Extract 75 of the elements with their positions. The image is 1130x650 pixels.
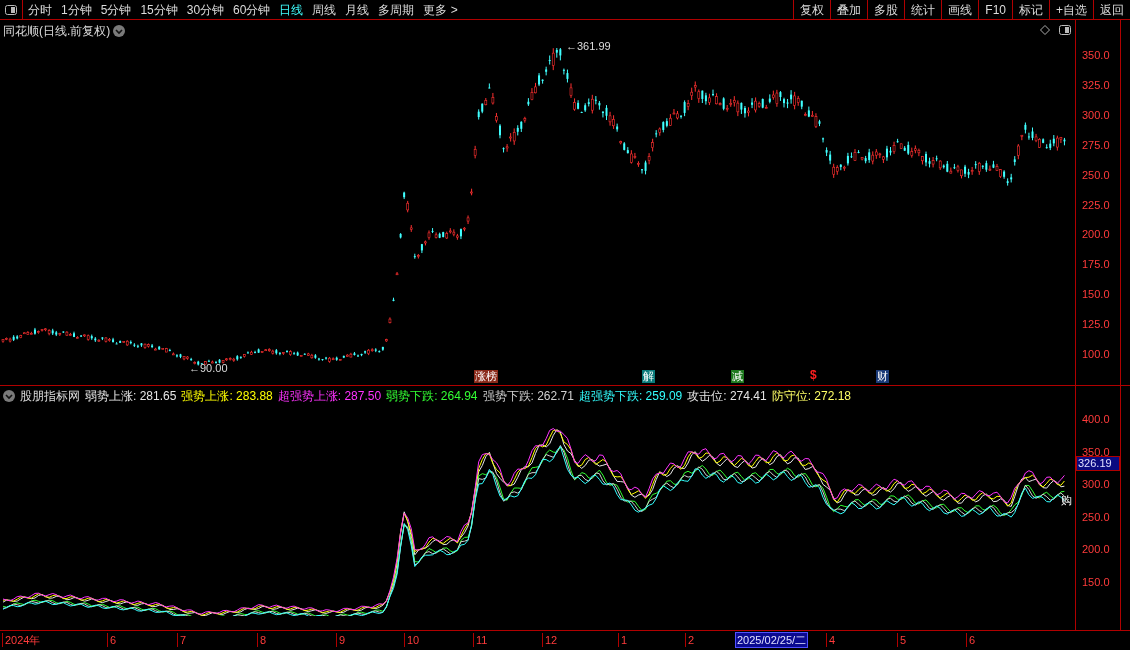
current-value-label: 326.19 — [1076, 456, 1120, 471]
chart-title: 同花顺(日线.前复权) — [3, 23, 111, 40]
indicator-readout: 防守位: 272.18 — [771, 388, 851, 405]
date-axis-label: 8 — [257, 633, 267, 647]
period-tab[interactable]: 60分钟 — [233, 0, 271, 19]
indicator-title: 股朋指标网 — [20, 388, 80, 405]
date-axis-label: 9 — [336, 633, 346, 647]
price-axis-label: 300.0 — [1082, 108, 1110, 121]
indicator-axis-label: 150.0 — [1082, 576, 1110, 588]
price-axis-label: 275.0 — [1082, 138, 1110, 151]
indicator-readout: 强势上涨: 283.88 — [181, 388, 273, 405]
date-axis-label: 7 — [177, 633, 187, 647]
event-marker[interactable]: $ — [810, 369, 817, 382]
indicator-readout: 攻击位: 274.41 — [687, 388, 767, 405]
chevron-down-icon[interactable] — [113, 25, 126, 37]
indicator-axis-label: 300.0 — [1082, 478, 1110, 491]
indicator-readout: 强势下跌: 262.71 — [482, 388, 574, 405]
event-tag[interactable]: 解 — [642, 370, 655, 383]
toolbar-button[interactable]: 返回 — [1093, 0, 1130, 19]
toolbar-button[interactable]: 复权 — [793, 0, 831, 19]
indicator-axis-label: 200.0 — [1082, 543, 1110, 556]
period-tab[interactable]: 月线 — [345, 0, 370, 19]
date-axis-label: 11 — [473, 633, 488, 647]
price-axis-label: 225.0 — [1082, 198, 1110, 211]
indicator-readout: 弱势上涨: 281.65 — [85, 388, 177, 405]
price-axis-label: 250.0 — [1082, 168, 1110, 181]
toolbar-button[interactable]: 多股 — [867, 0, 905, 19]
toolbar-button[interactable]: 统计 — [904, 0, 942, 19]
date-axis-label: 2 — [685, 633, 695, 647]
period-tab[interactable]: 1分钟 — [61, 0, 92, 19]
indicator-readout: 弱势下跌: 264.94 — [386, 388, 478, 405]
price-axis-label: 100.0 — [1082, 348, 1110, 360]
date-axis-label: 6 — [966, 633, 976, 647]
date-axis-label: 1 — [618, 633, 628, 647]
indicator-axis-label: 350.0 — [1082, 445, 1110, 458]
price-axis-label: 175.0 — [1082, 258, 1110, 271]
diamond-icon[interactable] — [1040, 25, 1050, 35]
panel-icon — [5, 4, 17, 15]
period-tab[interactable]: 日线 — [279, 0, 304, 19]
date-axis-label: 2025/02/25/二 — [735, 632, 809, 648]
period-tab[interactable]: 30分钟 — [186, 0, 225, 19]
price-axis-label: 325.0 — [1082, 78, 1110, 91]
price-axis-label: 125.0 — [1082, 318, 1110, 331]
date-axis-label: 5 — [897, 633, 907, 647]
event-tag[interactable]: 财 — [876, 370, 889, 383]
toolbar-button[interactable]: +自选 — [1049, 0, 1093, 19]
period-tab[interactable]: 多周期 — [378, 0, 415, 19]
low-price-label: ←90.00 — [189, 361, 228, 376]
toolbar-button[interactable]: 画线 — [941, 0, 979, 19]
date-axis-label: 10 — [404, 633, 420, 647]
signal-label: 购 — [1061, 493, 1072, 508]
price-axis-label: 200.0 — [1082, 228, 1110, 241]
period-tab[interactable]: 周线 — [312, 0, 337, 19]
period-tab[interactable]: 15分钟 — [140, 0, 178, 19]
toolbar-button[interactable]: F10 — [978, 0, 1012, 19]
indicator-readout: 超强势下跌: 259.09 — [578, 388, 683, 405]
event-tag[interactable]: 涨榜 — [474, 370, 498, 383]
date-axis-label: 6 — [107, 633, 117, 647]
toolbar-button[interactable]: 叠加 — [830, 0, 868, 19]
chevron-down-icon[interactable] — [3, 390, 15, 402]
price-axis-label: 350.0 — [1082, 49, 1110, 61]
price-axis-label: 150.0 — [1082, 288, 1110, 301]
toolbar-button[interactable]: 标记 — [1012, 0, 1049, 19]
high-price-label: ←361.99 — [566, 39, 611, 54]
panel-icon[interactable] — [1059, 25, 1071, 35]
period-tab[interactable]: 5分钟 — [100, 0, 132, 19]
period-tab[interactable]: 更多 > — [423, 0, 458, 19]
indicator-axis-label: 250.0 — [1082, 510, 1110, 523]
date-axis-label: 12 — [542, 633, 558, 647]
date-axis-label: 4 — [826, 633, 836, 647]
event-tag[interactable]: 减 — [731, 370, 744, 383]
date-axis-label: 2024年 — [2, 633, 41, 647]
period-tab[interactable]: 分时 — [28, 0, 52, 19]
indicator-axis-label: 400.0 — [1082, 413, 1110, 425]
indicator-readout: 超强势上涨: 287.50 — [277, 388, 382, 405]
